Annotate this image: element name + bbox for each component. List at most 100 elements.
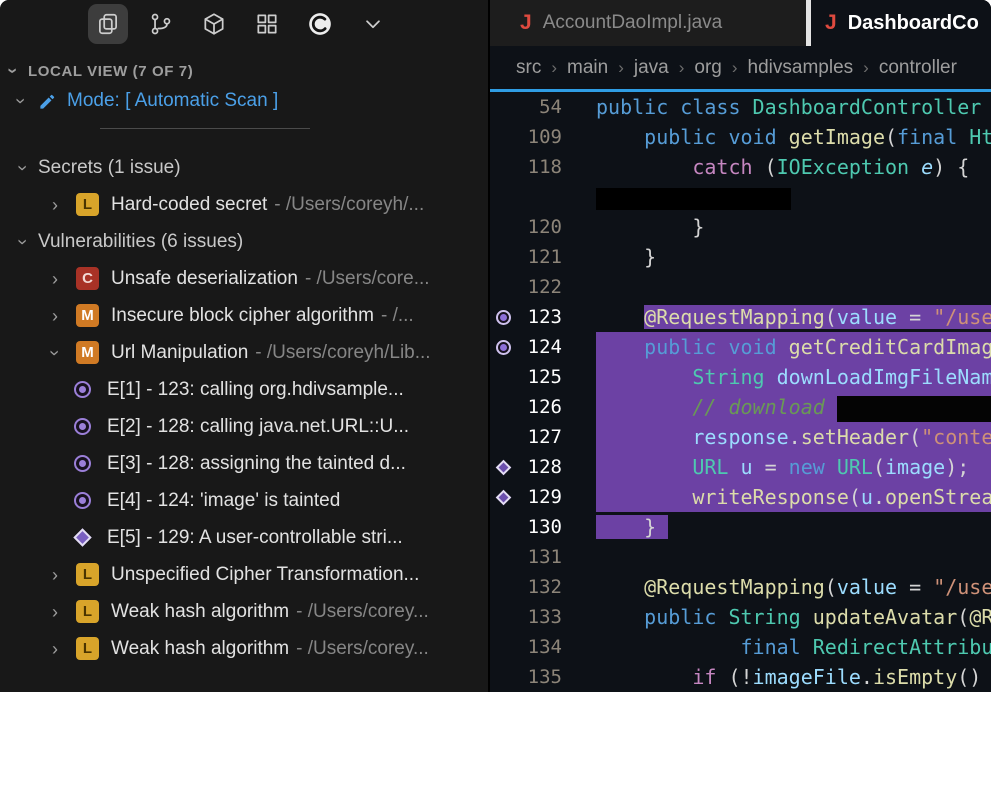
code-line[interactable]: 128 URL u = new URL(image);: [490, 452, 991, 482]
editor-pane: JAccountDaoImpl.javaJDashboardCo src › mai…: [490, 0, 991, 692]
java-file-icon: J: [520, 11, 532, 35]
gutter-circle-icon[interactable]: [496, 310, 511, 325]
code-line[interactable]: 54public class DashboardController {: [490, 92, 991, 122]
tree-finding-row[interactable]: ›MUrl Manipulation- /Users/coreyh/Lib...: [0, 334, 488, 371]
divider: [100, 128, 310, 129]
code-line[interactable]: 122: [490, 272, 991, 302]
line-number: 134: [516, 636, 562, 658]
tree-item-label: Insecure block cipher algorithm: [111, 305, 374, 327]
tree-group-row[interactable]: ›Secrets (1 issue): [0, 149, 488, 186]
code-text: @RequestMapping(value = "/users/imag: [596, 302, 991, 332]
contrast-logo-icon[interactable]: [300, 4, 340, 44]
code-line[interactable]: 121 }: [490, 242, 991, 272]
code-line[interactable]: 133 public String updateAvatar(@Requ: [490, 602, 991, 632]
breadcrumb-separator: ›: [679, 58, 685, 78]
code-line[interactable]: 131: [490, 542, 991, 572]
breadcrumb-item[interactable]: org: [694, 57, 721, 79]
tree-item-path: - /Users/coreyh/...: [274, 194, 424, 216]
breadcrumb-item[interactable]: src: [516, 57, 541, 79]
code-line[interactable]: 134 final RedirectAttributes: [490, 632, 991, 662]
tree-event-row[interactable]: E[5] - 129: A user-controllable stri...: [0, 519, 488, 556]
code-line[interactable]: 125 String downLoadImgFileName: [490, 362, 991, 392]
chevron-down-icon[interactable]: ›: [14, 235, 32, 249]
vulnerability-highlight: }: [596, 515, 668, 539]
gutter-diamond-icon[interactable]: [495, 459, 511, 475]
breadcrumb-item[interactable]: main: [567, 57, 608, 79]
line-number: 125: [516, 366, 562, 388]
code-text: }: [596, 212, 991, 242]
package-icon[interactable]: [194, 4, 234, 44]
gutter: [490, 462, 516, 473]
severity-badge: M: [76, 341, 99, 364]
event-circle-icon: [74, 455, 91, 472]
tree-item-label: E[1] - 123: calling org.hdivsample...: [107, 379, 404, 401]
chevron-down-icon[interactable]: ›: [14, 161, 32, 175]
code-text: public String updateAvatar(@Requ: [596, 602, 991, 632]
code-text: // download: [596, 392, 991, 422]
breadcrumb-item[interactable]: controller: [879, 57, 957, 79]
chevron-down-icon[interactable]: ›: [12, 94, 30, 108]
tree-item-path: - /Users/corey...: [296, 638, 429, 660]
breadcrumb-item[interactable]: java: [634, 57, 669, 79]
tree-event-row[interactable]: E[2] - 128: calling java.net.URL::U...: [0, 408, 488, 445]
code-text: String downLoadImgFileName: [596, 362, 991, 392]
breadcrumb-item[interactable]: hdivsamples: [748, 57, 854, 79]
chevron-down-icon[interactable]: ›: [4, 64, 22, 78]
chevron-right-icon[interactable]: ›: [48, 640, 62, 658]
code-line[interactable]: 120 }: [490, 212, 991, 242]
code-line[interactable]: 135 if (!imageFile.isEmpty(): [490, 662, 991, 692]
code-line[interactable]: 130 }: [490, 512, 991, 542]
code-text: }: [596, 512, 991, 542]
tree-event-row[interactable]: E[1] - 123: calling org.hdivsample...: [0, 371, 488, 408]
code-line[interactable]: 132 @RequestMapping(value = "/users/upda: [490, 572, 991, 602]
tree-event-row[interactable]: E[4] - 124: 'image' is tainted: [0, 482, 488, 519]
chevron-right-icon[interactable]: ›: [48, 566, 62, 584]
code-text: catch (IOException e) {: [596, 152, 991, 182]
java-file-icon: J: [825, 11, 837, 35]
local-view-header[interactable]: › LOCAL VIEW (7 OF 7): [0, 48, 488, 80]
chevron-down-icon[interactable]: ›: [46, 346, 64, 360]
code-text: public void getImage(final HttpServletRe…: [596, 122, 991, 152]
gutter-diamond-icon[interactable]: [495, 489, 511, 505]
chevron-right-icon[interactable]: ›: [48, 196, 62, 214]
code-text: URL u = new URL(image);: [596, 452, 991, 482]
code-line[interactable]: 123 @RequestMapping(value = "/users/imag: [490, 302, 991, 332]
mode-row[interactable]: › Mode: [ Automatic Scan ]: [0, 90, 488, 112]
copy-icon[interactable]: [88, 4, 128, 44]
line-number: 121: [516, 246, 562, 268]
redacted-block: [596, 188, 791, 210]
tree-event-row[interactable]: E[3] - 128: assigning the tainted d...: [0, 445, 488, 482]
chevron-right-icon[interactable]: ›: [48, 307, 62, 325]
code-line[interactable]: 124 public void getCreditCardImage(: [490, 332, 991, 362]
tree-finding-row[interactable]: ›LHard-coded secret- /Users/coreyh/...: [0, 186, 488, 223]
gutter-circle-icon[interactable]: [496, 340, 511, 355]
gutter: [490, 310, 516, 325]
tree-item-label: Hard-coded secret: [111, 194, 267, 216]
tree-item-label: Weak hash algorithm: [111, 638, 289, 660]
code-text: public void getCreditCardImage(: [596, 332, 991, 362]
editor-tab[interactable]: JDashboardCo: [811, 0, 991, 46]
tree-item-path: - /...: [381, 305, 414, 327]
tree-item-label: E[4] - 124: 'image' is tainted: [107, 490, 340, 512]
chevron-right-icon[interactable]: ›: [48, 603, 62, 621]
code-text: response.setHeader("content: [596, 422, 991, 452]
chevron-down-icon[interactable]: [353, 4, 393, 44]
code-line[interactable]: 109 public void getImage(final HttpServl…: [490, 122, 991, 152]
grid-icon[interactable]: [247, 4, 287, 44]
code-line[interactable]: 129 writeResponse(u.openStream(): [490, 482, 991, 512]
tree-item-label: E[5] - 129: A user-controllable stri...: [107, 527, 403, 549]
tree-group-row[interactable]: ›Vulnerabilities (6 issues): [0, 223, 488, 260]
tree-finding-row[interactable]: ›LWeak hash algorithm- /Users/corey...: [0, 593, 488, 630]
code-line[interactable]: 118 catch (IOException e) {: [490, 152, 991, 182]
editor-tab[interactable]: JAccountDaoImpl.java: [490, 0, 806, 46]
code-line[interactable]: 126 // download: [490, 392, 991, 422]
tree-finding-row[interactable]: ›LWeak hash algorithm- /Users/corey...: [0, 630, 488, 667]
branch-icon[interactable]: [141, 4, 181, 44]
code-line[interactable]: 127 response.setHeader("content: [490, 422, 991, 452]
tree-finding-row[interactable]: ›LUnspecified Cipher Transformation...: [0, 556, 488, 593]
tree-finding-row[interactable]: ›CUnsafe deserialization- /Users/core...: [0, 260, 488, 297]
code-line[interactable]: [490, 182, 991, 212]
line-number: 120: [516, 216, 562, 238]
tree-finding-row[interactable]: ›MInsecure block cipher algorithm- /...: [0, 297, 488, 334]
chevron-right-icon[interactable]: ›: [48, 270, 62, 288]
